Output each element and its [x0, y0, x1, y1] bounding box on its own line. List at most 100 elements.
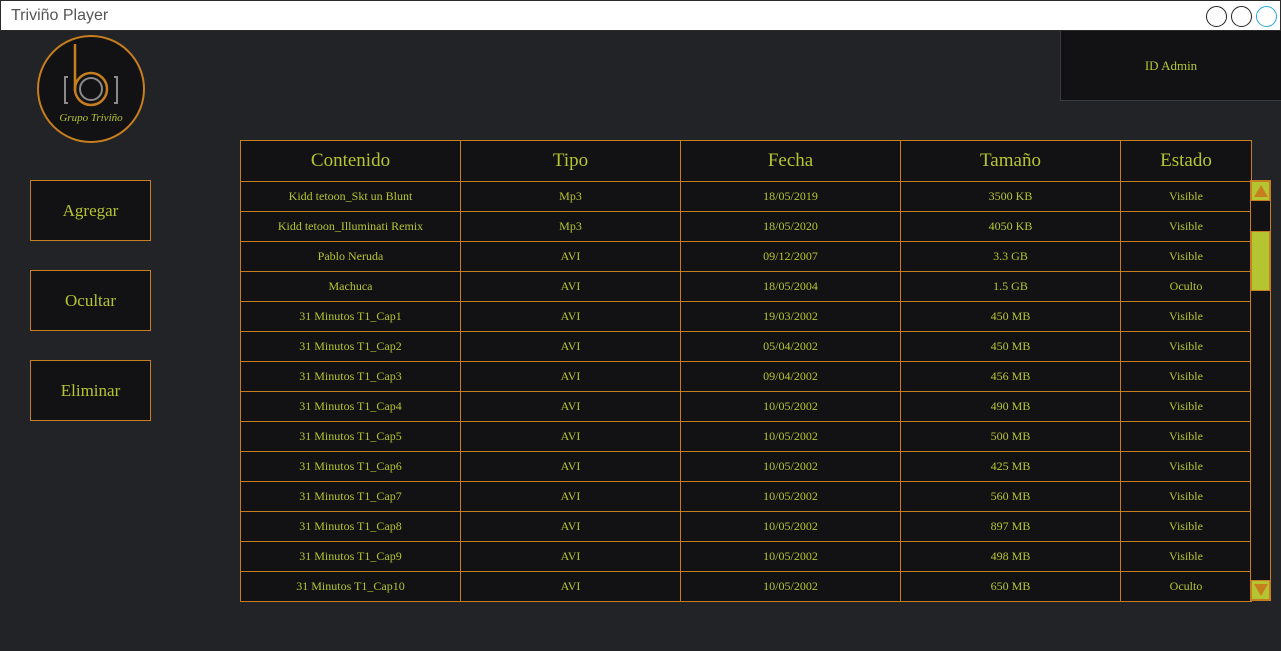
cell-tipo: AVI: [460, 361, 681, 392]
cell-fecha: 10/05/2002: [680, 541, 901, 572]
cell-contenido: 31 Minutos T1_Cap1: [240, 301, 461, 332]
cell-estado: Visible: [1120, 511, 1252, 542]
cell-fecha: 18/05/2004: [680, 271, 901, 302]
table-row[interactable]: 31 Minutos T1_Cap10 AVI 10/05/2002 650 M…: [240, 571, 1252, 602]
cell-fecha: 10/05/2002: [680, 451, 901, 482]
cell-fecha: 10/05/2002: [680, 391, 901, 422]
cell-tipo: AVI: [460, 271, 681, 302]
cell-fecha: 05/04/2002: [680, 331, 901, 362]
table-row[interactable]: Machuca AVI 18/05/2004 1.5 GB Oculto: [240, 271, 1252, 302]
cell-tipo: AVI: [460, 421, 681, 452]
scroll-down-button[interactable]: [1251, 580, 1270, 600]
cell-contenido: 31 Minutos T1_Cap3: [240, 361, 461, 392]
header-tamano[interactable]: Tamaño: [900, 140, 1121, 182]
cell-tipo: AVI: [460, 241, 681, 272]
cell-tamano: 450 MB: [900, 301, 1121, 332]
table-row[interactable]: Pablo Neruda AVI 09/12/2007 3.3 GB Visib…: [240, 241, 1252, 272]
cell-fecha: 18/05/2020: [680, 211, 901, 242]
cell-tipo: Mp3: [460, 211, 681, 242]
cell-tamano: 425 MB: [900, 451, 1121, 482]
cell-tamano: 897 MB: [900, 511, 1121, 542]
table-row[interactable]: 31 Minutos T1_Cap2 AVI 05/04/2002 450 MB…: [240, 331, 1252, 362]
cell-contenido: 31 Minutos T1_Cap10: [240, 571, 461, 602]
table-row[interactable]: 31 Minutos T1_Cap3 AVI 09/04/2002 456 MB…: [240, 361, 1252, 392]
logo-text: Grupo Triviño: [59, 112, 123, 124]
cell-tamano: 498 MB: [900, 541, 1121, 572]
table-row[interactable]: 31 Minutos T1_Cap4 AVI 10/05/2002 490 MB…: [240, 391, 1252, 422]
cell-estado: Visible: [1120, 331, 1252, 362]
header-fecha[interactable]: Fecha: [680, 140, 901, 182]
scroll-track[interactable]: [1251, 201, 1270, 580]
maximize-circle-icon[interactable]: [1231, 6, 1252, 27]
cell-tamano: 650 MB: [900, 571, 1121, 602]
admin-id-label: ID Admin: [1144, 58, 1198, 73]
cell-tipo: AVI: [460, 451, 681, 482]
title-bar: Triviño Player: [0, 0, 1281, 31]
cell-contenido: Kidd tetoon_Skt un Blunt: [240, 181, 461, 212]
app-title: Triviño Player: [11, 7, 109, 24]
table-row[interactable]: 31 Minutos T1_Cap8 AVI 10/05/2002 897 MB…: [240, 511, 1252, 542]
table-row[interactable]: 31 Minutos T1_Cap9 AVI 10/05/2002 498 MB…: [240, 541, 1252, 572]
cell-contenido: 31 Minutos T1_Cap5: [240, 421, 461, 452]
cell-contenido: 31 Minutos T1_Cap4: [240, 391, 461, 422]
cell-tipo: AVI: [460, 511, 681, 542]
table-row[interactable]: 31 Minutos T1_Cap5 AVI 10/05/2002 500 MB…: [240, 421, 1252, 452]
scroll-up-button[interactable]: [1251, 181, 1270, 201]
admin-id-panel: ID Admin: [1060, 31, 1281, 101]
cell-fecha: 10/05/2002: [680, 481, 901, 512]
cell-tamano: 500 MB: [900, 421, 1121, 452]
cell-fecha: 19/03/2002: [680, 301, 901, 332]
cell-fecha: 09/04/2002: [680, 361, 901, 392]
cell-tipo: AVI: [460, 541, 681, 572]
cell-estado: Visible: [1120, 451, 1252, 482]
cell-contenido: Kidd tetoon_Illuminati Remix: [240, 211, 461, 242]
cell-fecha: 10/05/2002: [680, 571, 901, 602]
cell-estado: Visible: [1120, 361, 1252, 392]
cell-estado: Visible: [1120, 421, 1252, 452]
scroll-thumb[interactable]: [1251, 231, 1270, 291]
table-row[interactable]: Kidd tetoon_Skt un Blunt Mp3 18/05/2019 …: [240, 181, 1252, 212]
cell-estado: Oculto: [1120, 571, 1252, 602]
cell-fecha: 10/05/2002: [680, 511, 901, 542]
cell-contenido: 31 Minutos T1_Cap8: [240, 511, 461, 542]
table-row[interactable]: 31 Minutos T1_Cap7 AVI 10/05/2002 560 MB…: [240, 481, 1252, 512]
cell-estado: Visible: [1120, 391, 1252, 422]
cell-contenido: 31 Minutos T1_Cap2: [240, 331, 461, 362]
cell-tamano: 3500 KB: [900, 181, 1121, 212]
add-button[interactable]: Agregar: [30, 180, 151, 241]
cell-estado: Oculto: [1120, 271, 1252, 302]
camera-note-logo: Grupo Triviño: [37, 35, 145, 143]
close-circle-icon[interactable]: [1256, 6, 1277, 27]
cell-estado: Visible: [1120, 481, 1252, 512]
table-row[interactable]: 31 Minutos T1_Cap6 AVI 10/05/2002 425 MB…: [240, 451, 1252, 482]
cell-contenido: Pablo Neruda: [240, 241, 461, 272]
cell-estado: Visible: [1120, 211, 1252, 242]
cell-tipo: AVI: [460, 331, 681, 362]
cell-tipo: AVI: [460, 571, 681, 602]
table-row[interactable]: 31 Minutos T1_Cap1 AVI 19/03/2002 450 MB…: [240, 301, 1252, 332]
header-contenido[interactable]: Contenido: [240, 140, 461, 182]
header-tipo[interactable]: Tipo: [460, 140, 681, 182]
cell-tipo: AVI: [460, 391, 681, 422]
cell-contenido: 31 Minutos T1_Cap6: [240, 451, 461, 482]
header-estado[interactable]: Estado: [1120, 140, 1252, 182]
cell-estado: Visible: [1120, 181, 1252, 212]
content-table: Contenido Tipo Fecha Tamaño Estado Kidd …: [240, 140, 1252, 602]
cell-contenido: Machuca: [240, 271, 461, 302]
cell-tipo: Mp3: [460, 181, 681, 212]
hide-button[interactable]: Ocultar: [30, 270, 151, 331]
triangle-down-icon: [1253, 584, 1268, 596]
cell-tamano: 3.3 GB: [900, 241, 1121, 272]
cell-fecha: 18/05/2019: [680, 181, 901, 212]
minimize-circle-icon[interactable]: [1206, 6, 1227, 27]
cell-estado: Visible: [1120, 541, 1252, 572]
cell-fecha: 10/05/2002: [680, 421, 901, 452]
table-row[interactable]: Kidd tetoon_Illuminati Remix Mp3 18/05/2…: [240, 211, 1252, 242]
delete-button[interactable]: Eliminar: [30, 360, 151, 421]
cell-fecha: 09/12/2007: [680, 241, 901, 272]
table-scrollbar[interactable]: [1250, 180, 1271, 601]
cell-tipo: AVI: [460, 481, 681, 512]
table-header-row: Contenido Tipo Fecha Tamaño Estado: [240, 140, 1252, 182]
cell-estado: Visible: [1120, 301, 1252, 332]
cell-tipo: AVI: [460, 301, 681, 332]
